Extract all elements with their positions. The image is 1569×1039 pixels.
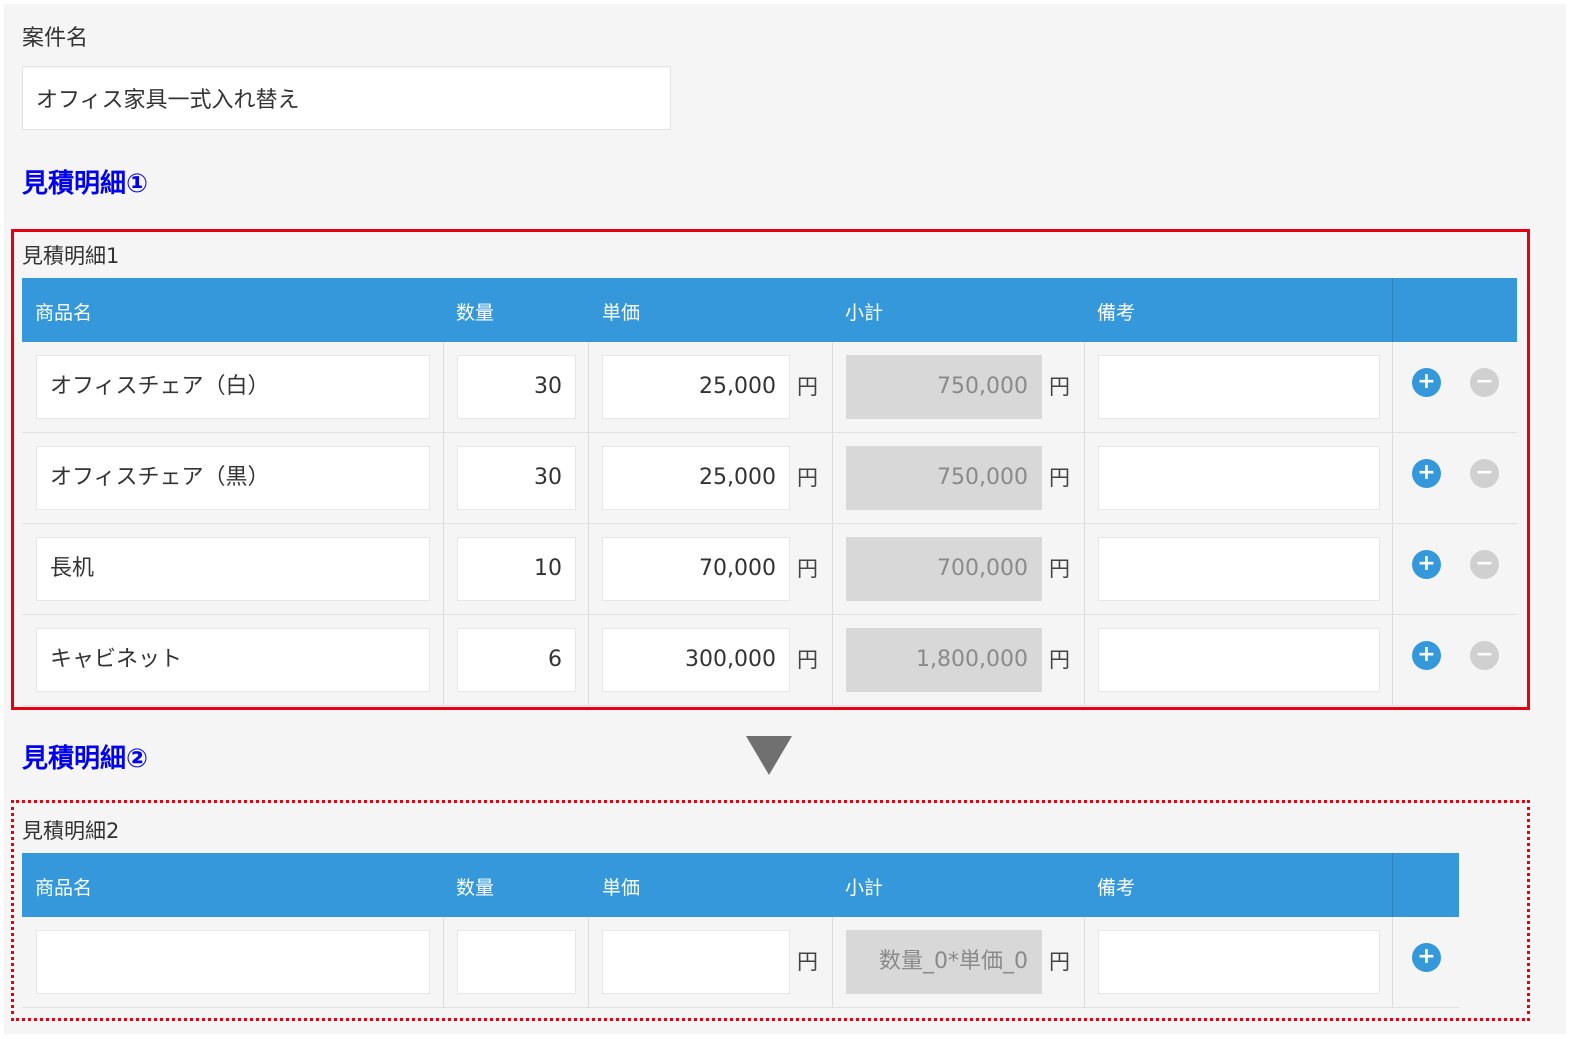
section1-heading: 見積明細① [22, 169, 149, 199]
header-product-name: 商品名 [35, 877, 93, 899]
header-product-name: 商品名 [35, 302, 93, 324]
remove-row-button[interactable]: − [1470, 550, 1499, 579]
notes-input[interactable] [1098, 355, 1380, 419]
add-row-button[interactable]: + [1412, 943, 1441, 972]
currency-unit: 円 [797, 557, 818, 581]
subtotal-field: 700,000 [846, 537, 1042, 601]
currency-unit: 円 [1049, 557, 1070, 581]
header-notes: 備考 [1097, 877, 1136, 899]
currency-unit: 円 [1049, 648, 1070, 672]
remove-row-button[interactable]: − [1470, 641, 1499, 670]
notes-input[interactable] [1098, 930, 1380, 994]
currency-unit: 円 [1049, 375, 1070, 399]
section2-heading: 見積明細② [22, 744, 149, 774]
product-name-input[interactable]: オフィスチェア（黒） [36, 446, 430, 510]
currency-unit: 円 [1049, 950, 1070, 974]
project-name-label: 案件名 [22, 26, 89, 51]
quantity-input[interactable] [457, 930, 576, 994]
product-name-input[interactable]: キャビネット [36, 628, 430, 692]
add-row-button[interactable]: + [1412, 368, 1441, 397]
header-divider [1392, 853, 1393, 917]
project-name-input[interactable] [22, 66, 671, 130]
quantity-input[interactable]: 30 [457, 355, 576, 419]
quantity-input[interactable]: 10 [457, 537, 576, 601]
table1-label: 見積明細1 [22, 244, 120, 268]
unit-price-input[interactable]: 25,000 [602, 355, 790, 419]
header-quantity: 数量 [456, 302, 495, 324]
remove-row-button[interactable]: − [1470, 459, 1499, 488]
table-row: 長机 10 70,000 円 700,000 円 + − [22, 524, 1517, 615]
quantity-input[interactable]: 6 [457, 628, 576, 692]
unit-price-input[interactable]: 25,000 [602, 446, 790, 510]
table-row: 円 数量_0*単価_0 円 + [22, 917, 1459, 1008]
header-unit-price: 単価 [602, 302, 641, 324]
header-unit-price: 単価 [602, 877, 641, 899]
currency-unit: 円 [1049, 466, 1070, 490]
notes-input[interactable] [1098, 628, 1380, 692]
subtotal-field: 1,800,000 [846, 628, 1042, 692]
subtotal-field: 数量_0*単価_0 [846, 930, 1042, 994]
unit-price-input[interactable]: 70,000 [602, 537, 790, 601]
table-row: オフィスチェア（黒） 30 25,000 円 750,000 円 + − [22, 433, 1517, 524]
table1-header: 商品名 数量 単価 小計 備考 [22, 278, 1517, 342]
quantity-input[interactable]: 30 [457, 446, 576, 510]
unit-price-input[interactable] [602, 930, 790, 994]
unit-price-input[interactable]: 300,000 [602, 628, 790, 692]
add-row-button[interactable]: + [1412, 641, 1441, 670]
currency-unit: 円 [797, 375, 818, 399]
header-subtotal: 小計 [845, 302, 884, 324]
subtotal-field: 750,000 [846, 446, 1042, 510]
currency-unit: 円 [797, 950, 818, 974]
currency-unit: 円 [797, 648, 818, 672]
header-quantity: 数量 [456, 877, 495, 899]
notes-input[interactable] [1098, 537, 1380, 601]
header-divider [1392, 278, 1393, 342]
currency-unit: 円 [797, 466, 818, 490]
header-notes: 備考 [1097, 302, 1136, 324]
notes-input[interactable] [1098, 446, 1380, 510]
product-name-input[interactable]: 長机 [36, 537, 430, 601]
subtotal-field: 750,000 [846, 355, 1042, 419]
product-name-input[interactable] [36, 930, 430, 994]
add-row-button[interactable]: + [1412, 550, 1441, 579]
arrow-down-icon [746, 736, 792, 775]
remove-row-button[interactable]: − [1470, 368, 1499, 397]
table2-header: 商品名 数量 単価 小計 備考 [22, 853, 1459, 917]
table-row: キャビネット 6 300,000 円 1,800,000 円 + − [22, 615, 1517, 706]
product-name-input[interactable]: オフィスチェア（白） [36, 355, 430, 419]
table2-label: 見積明細2 [22, 819, 120, 843]
add-row-button[interactable]: + [1412, 459, 1441, 488]
table-row: オフィスチェア（白） 30 25,000 円 750,000 円 + − [22, 342, 1517, 433]
header-subtotal: 小計 [845, 877, 884, 899]
